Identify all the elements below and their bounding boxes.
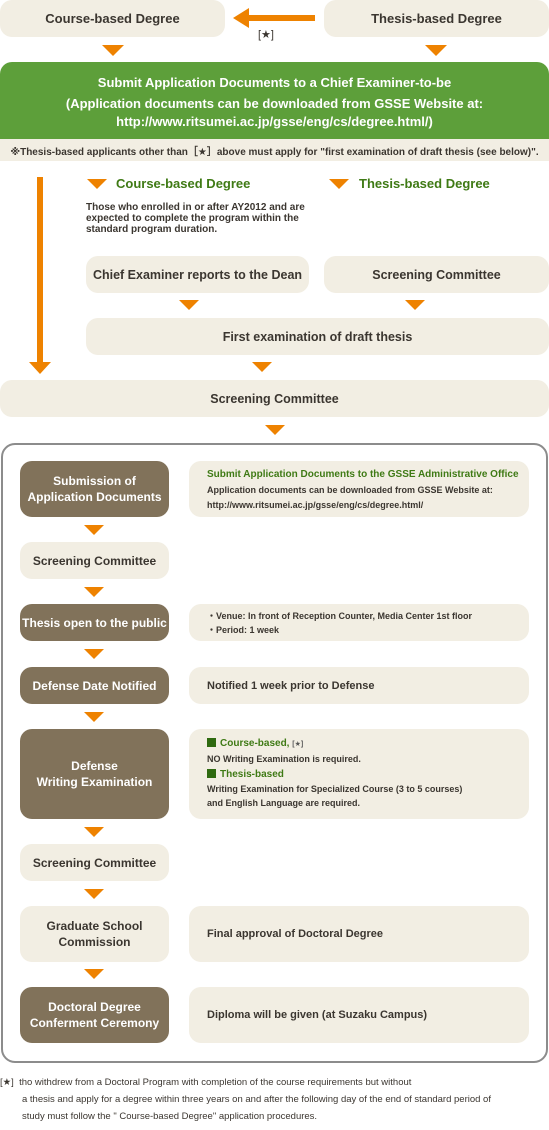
thesis-public-info: ・Venue: In front of Reception Counter, M… bbox=[189, 604, 529, 641]
period-text: ・Period: 1 week bbox=[207, 625, 280, 635]
step-label: Writing Examination bbox=[36, 775, 153, 789]
submit-line-1: Submit Application Documents to a Chief … bbox=[97, 75, 452, 90]
submission-info-line: Application documents can be downloaded … bbox=[207, 485, 493, 495]
long-down-arrow-icon bbox=[28, 177, 52, 374]
thesis-based-title: Thesis-based bbox=[220, 769, 284, 780]
diploma-text: Diploma will be given (at Suzaku Campus) bbox=[207, 1009, 428, 1021]
course-based-degree-box: Course-based Degree bbox=[0, 0, 225, 37]
down-arrow-icon bbox=[84, 649, 104, 659]
final-approval-info: Final approval of Doctoral Degree bbox=[189, 906, 529, 962]
square-bullet-icon bbox=[207, 738, 216, 747]
submit-line-3: http://www.ritsumei.ac.jp/gsse/eng/cs/de… bbox=[116, 114, 433, 129]
step-label: Commission bbox=[58, 935, 131, 949]
step-defense-date: Defense Date Notified bbox=[20, 667, 169, 704]
down-arrow-icon bbox=[405, 300, 425, 310]
down-arrow-icon bbox=[84, 827, 104, 837]
course-based-title: Course-based, bbox=[220, 738, 290, 749]
submit-to-chief-examiner-box: Submit Application Documents to a Chief … bbox=[0, 62, 549, 139]
step-defense-writing-exam: Defense Writing Examination bbox=[20, 729, 169, 819]
square-bullet-icon bbox=[207, 769, 216, 778]
footnote-line-3: study must follow the " Course-based Deg… bbox=[22, 1111, 318, 1122]
step-label: Conferment Ceremony bbox=[29, 1016, 160, 1030]
submit-line-2: (Application documents can be downloaded… bbox=[65, 96, 484, 111]
first-examination-box: First examination of draft thesis bbox=[86, 318, 549, 355]
step-label: Submission of bbox=[53, 474, 136, 488]
thesis-based-text-1: Writing Examination for Specialized Cour… bbox=[207, 784, 463, 794]
course-based-degree-label: Course-based Degree bbox=[45, 11, 180, 26]
thesis-based-text-2: and English Language are required. bbox=[207, 798, 361, 808]
diploma-info: Diploma will be given (at Suzaku Campus) bbox=[189, 987, 529, 1043]
course-branch-description: Those who enrolled in or after AY2012 an… bbox=[86, 202, 305, 235]
thesis-branch-heading: Thesis-based Degree bbox=[359, 176, 490, 191]
defense-notice-text: Notified 1 week prior to Defense bbox=[207, 679, 375, 692]
down-arrow-icon bbox=[265, 425, 285, 435]
footnote: [★] tho withdrew from a Doctoral Program… bbox=[0, 1074, 549, 1125]
step-label: Graduate School bbox=[46, 919, 143, 933]
down-arrow-icon bbox=[179, 300, 199, 310]
screening-committee-full-box: Screening Committee bbox=[0, 380, 549, 417]
defense-date-info: Notified 1 week prior to Defense bbox=[189, 667, 529, 704]
first-examination-label: First examination of draft thesis bbox=[222, 329, 413, 344]
left-arrow-icon bbox=[233, 7, 317, 29]
submission-info-url: http://www.ritsumei.ac.jp/gsse/eng/cs/de… bbox=[207, 500, 424, 510]
course-branch-heading: Course-based Degree bbox=[116, 176, 251, 191]
chief-examiner-box: Chief Examiner reports to the Dean bbox=[86, 256, 309, 293]
final-approval-text: Final approval of Doctoral Degree bbox=[207, 928, 384, 940]
step-conferment-ceremony: Doctoral Degree Conferment Ceremony bbox=[20, 987, 169, 1043]
submission-info: Submit Application Documents to the GSSE… bbox=[189, 461, 529, 517]
down-arrow-icon bbox=[329, 179, 349, 189]
step-label: Thesis open to the public bbox=[22, 615, 167, 630]
screening-committee-label: Screening Committee bbox=[372, 267, 501, 282]
down-arrow-icon bbox=[84, 587, 104, 597]
down-arrow-icon bbox=[84, 889, 104, 899]
down-arrow-icon bbox=[84, 525, 104, 535]
down-arrow-icon bbox=[252, 362, 272, 372]
submission-info-title: Submit Application Documents to the GSSE… bbox=[207, 469, 519, 480]
screening-committee-box: Screening Committee bbox=[324, 256, 549, 293]
step-graduate-school-commission: Graduate School Commission bbox=[20, 906, 169, 962]
footnote-star: [★] bbox=[0, 1077, 14, 1088]
step-label: Application Documents bbox=[27, 490, 162, 504]
star-note: [★] bbox=[258, 29, 274, 41]
thesis-note: ※Thesis-based applicants other than［★］ab… bbox=[0, 139, 549, 161]
defense-exam-info: Course-based, [★] NO Writing Examination… bbox=[189, 729, 529, 819]
star-note-small: [★] bbox=[292, 741, 304, 748]
step-label: Defense bbox=[71, 759, 118, 773]
down-arrow-icon bbox=[84, 712, 104, 722]
chief-examiner-label: Chief Examiner reports to the Dean bbox=[92, 267, 303, 282]
thesis-note-text: ※Thesis-based applicants other than［★］ab… bbox=[10, 146, 539, 158]
step-label: Screening Committee bbox=[32, 553, 157, 568]
step-label: Doctoral Degree bbox=[48, 1000, 141, 1014]
step-label: Screening Committee bbox=[32, 855, 157, 870]
venue-text: ・Venue: In front of Reception Counter, M… bbox=[207, 611, 473, 621]
down-arrow-icon bbox=[84, 969, 104, 979]
step-thesis-public: Thesis open to the public bbox=[20, 604, 169, 641]
step-screening-committee: Screening Committee bbox=[20, 542, 169, 579]
thesis-based-degree-label: Thesis-based Degree bbox=[371, 11, 502, 26]
down-arrow-icon bbox=[87, 179, 107, 189]
footnote-line-2: a thesis and apply for a degree within t… bbox=[22, 1094, 491, 1105]
down-arrow-icon bbox=[425, 45, 447, 56]
down-arrow-icon bbox=[102, 45, 124, 56]
screening-committee-full-label: Screening Committee bbox=[210, 391, 339, 406]
footnote-line-1: tho withdrew from a Doctoral Program wit… bbox=[19, 1077, 412, 1088]
step-screening-committee-2: Screening Committee bbox=[20, 844, 169, 881]
thesis-based-degree-box: Thesis-based Degree bbox=[324, 0, 549, 37]
step-submission: Submission of Application Documents bbox=[20, 461, 169, 517]
step-label: Defense Date Notified bbox=[32, 678, 157, 693]
course-based-text: NO Writing Examination is required. bbox=[207, 754, 361, 764]
